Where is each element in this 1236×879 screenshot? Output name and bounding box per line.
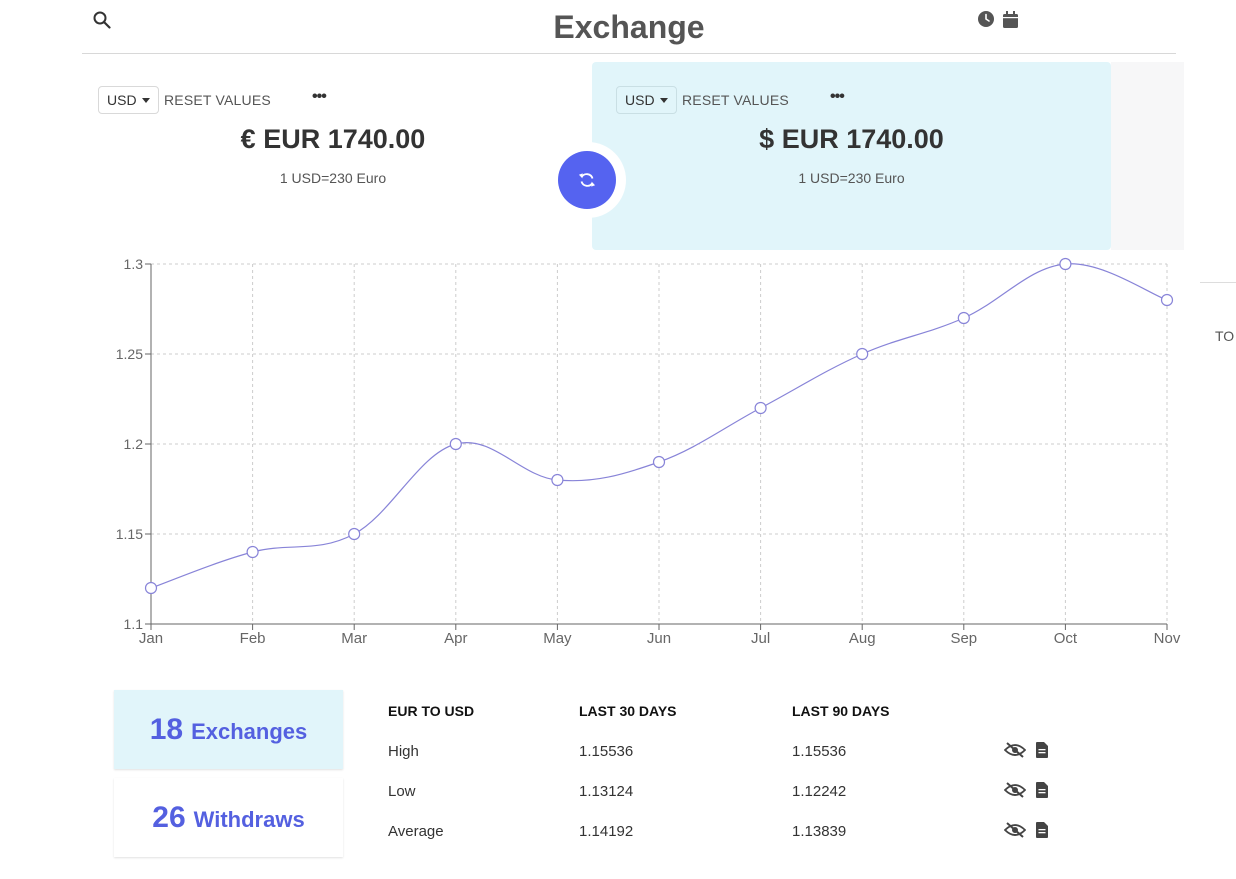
to-currency-value: USD (625, 92, 655, 108)
from-reset-button[interactable]: RESET VALUES (164, 92, 271, 108)
from-rate: 1 USD=230 Euro (279, 170, 387, 186)
x-tick-label: Nov (1154, 630, 1181, 647)
table-header-90d: LAST 90 DAYS (792, 703, 890, 719)
row-high-30d: 1.15536 (579, 743, 634, 760)
to-reset-button[interactable]: RESET VALUES (682, 92, 789, 108)
withdraws-label: Withdraws (193, 806, 305, 832)
row-average-90d: 1.13839 (792, 823, 847, 840)
withdraws-count: 26 (152, 800, 186, 834)
data-point (652, 455, 666, 469)
data-point (754, 401, 767, 415)
chevron-down-icon (659, 97, 668, 103)
row-average-actions (1003, 822, 1048, 843)
to-more-menu-icon[interactable]: ••• (830, 88, 845, 106)
to-currency-select[interactable]: USD (616, 86, 677, 114)
from-currency-panel: USD RESET VALUES ••• € EUR 1740.00 1 USD… (82, 62, 592, 250)
exchanges-count: 18 (149, 712, 184, 746)
x-tick-label: May (543, 630, 572, 647)
eye-slash-icon[interactable] (1003, 782, 1027, 803)
from-amount-value: EUR 1740.00 (263, 124, 426, 154)
x-tick-label: Sep (950, 630, 977, 647)
y-tick-label: 1.2 (124, 436, 144, 452)
calendar-button[interactable] (1001, 9, 1019, 29)
data-point (551, 473, 564, 487)
x-tick-label: Aug (849, 630, 876, 647)
eye-slash-icon[interactable] (1003, 822, 1027, 843)
refresh-icon (578, 173, 596, 187)
to-amount-value: EUR 1740.00 (781, 124, 944, 154)
clock-icon (978, 11, 994, 27)
to-amount: $ EUR 1740.00 (592, 124, 1111, 155)
x-tick-label: Oct (1054, 630, 1078, 647)
page-title: Exchange (553, 9, 705, 45)
to-currency-panel: USD RESET VALUES ••• $ EUR 1740.00 1 USD… (592, 62, 1111, 250)
from-more-menu-icon[interactable]: ••• (312, 88, 327, 106)
from-currency-value: USD (107, 92, 137, 108)
row-high-90d: 1.15536 (792, 743, 847, 760)
eye-slash-icon[interactable] (1003, 742, 1027, 763)
x-tick-label: Jun (647, 630, 671, 647)
row-low-30d: 1.13124 (579, 783, 634, 800)
x-tick-label: Feb (240, 630, 266, 647)
y-tick-label: 1.15 (116, 526, 143, 542)
euro-symbol: € (240, 124, 256, 154)
document-icon[interactable] (1036, 742, 1048, 763)
exchange-rate-chart: 1.11.151.21.251.3Jan Feb Mar Apr May Jun Jul Au… (116, 256, 1181, 647)
table-header-pair: EUR TO USD (388, 703, 475, 719)
data-point (856, 347, 869, 361)
data-point (1059, 257, 1072, 271)
swap-button[interactable] (558, 151, 616, 209)
row-low-label: Low (388, 783, 416, 800)
row-average-30d: 1.14192 (579, 823, 634, 840)
data-point (1160, 293, 1174, 307)
data-point (246, 545, 259, 559)
data-point (348, 527, 361, 541)
data-point (449, 437, 462, 451)
table-header-30d: LAST 30 DAYS (579, 703, 677, 719)
x-tick-label: Mar (341, 630, 367, 647)
from-currency-select[interactable]: USD (98, 86, 159, 114)
y-tick-label: 1.25 (116, 346, 143, 362)
header-divider (82, 53, 1176, 54)
document-icon[interactable] (1036, 822, 1048, 843)
calendar-icon (1002, 10, 1018, 28)
row-low-actions (1003, 782, 1048, 803)
history-button[interactable] (977, 10, 995, 28)
to-rate: 1 USD=230 Euro (798, 170, 905, 186)
exchanges-label: Exchanges (191, 718, 308, 744)
row-average-label: Average (388, 823, 444, 840)
x-tick-label: Jul (751, 630, 770, 647)
chevron-down-icon (141, 97, 150, 103)
data-point (144, 581, 158, 595)
dollar-symbol: $ (759, 124, 775, 154)
y-tick-label: 1.3 (124, 256, 144, 272)
document-icon[interactable] (1036, 782, 1048, 803)
data-point (957, 311, 970, 325)
next-panel-edge (1111, 62, 1184, 250)
x-tick-label: Apr (444, 630, 467, 647)
row-high-actions (1003, 742, 1048, 763)
row-low-90d: 1.12242 (792, 783, 847, 800)
row-high-label: High (388, 743, 419, 760)
from-amount: € EUR 1740.00 (78, 124, 588, 155)
withdraws-card[interactable]: 26 Withdraws (114, 778, 343, 857)
exchanges-card[interactable]: 18 Exchanges (114, 690, 343, 769)
x-tick-label: Jan (139, 630, 163, 647)
